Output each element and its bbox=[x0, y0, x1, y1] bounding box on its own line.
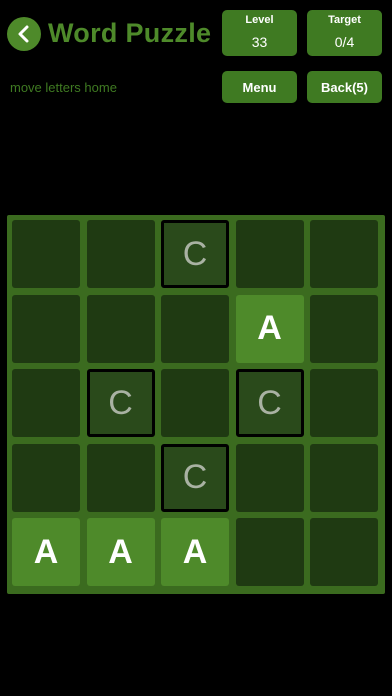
board-cell[interactable] bbox=[86, 294, 155, 363]
board-cell[interactable] bbox=[310, 443, 378, 512]
back-arrow-button[interactable] bbox=[7, 17, 41, 51]
target-value: 0/4 bbox=[334, 34, 355, 50]
letter-tile[interactable]: C bbox=[86, 369, 155, 437]
letter-tile[interactable]: A bbox=[12, 518, 80, 586]
letter-tile[interactable]: C bbox=[235, 369, 304, 437]
board-cell[interactable] bbox=[161, 294, 229, 363]
target-box: Target 0/4 bbox=[307, 10, 382, 56]
letter-tile[interactable]: A bbox=[161, 518, 229, 586]
board-cell[interactable] bbox=[161, 369, 229, 437]
board-cell[interactable] bbox=[12, 220, 80, 288]
board-cell[interactable] bbox=[235, 518, 304, 586]
chevron-left-icon bbox=[18, 25, 29, 43]
board-cell[interactable] bbox=[310, 220, 378, 288]
board-cell[interactable] bbox=[310, 294, 378, 363]
board-cell[interactable] bbox=[12, 443, 80, 512]
game-board: CACCCAAA bbox=[7, 215, 385, 594]
board-cell[interactable] bbox=[235, 443, 304, 512]
target-label: Target bbox=[328, 14, 361, 26]
board-cell[interactable] bbox=[86, 220, 155, 288]
board-cell[interactable] bbox=[235, 220, 304, 288]
menu-button[interactable]: Menu bbox=[222, 71, 297, 103]
undo-back-button[interactable]: Back(5) bbox=[307, 71, 382, 103]
level-label: Level bbox=[245, 14, 274, 26]
letter-tile[interactable]: C bbox=[161, 220, 229, 288]
level-box: Level 33 bbox=[222, 10, 297, 56]
level-value: 33 bbox=[251, 34, 268, 50]
page-title: Word Puzzle bbox=[48, 18, 212, 48]
letter-tile[interactable]: A bbox=[235, 294, 304, 363]
board-cell[interactable] bbox=[12, 369, 80, 437]
letter-tile[interactable]: C bbox=[161, 443, 229, 512]
board-cell[interactable] bbox=[310, 369, 378, 437]
board-cell[interactable] bbox=[310, 518, 378, 586]
letter-tile[interactable]: A bbox=[86, 518, 155, 586]
instruction-text: move letters home bbox=[10, 80, 117, 95]
board-cell[interactable] bbox=[86, 443, 155, 512]
board-cell[interactable] bbox=[12, 294, 80, 363]
